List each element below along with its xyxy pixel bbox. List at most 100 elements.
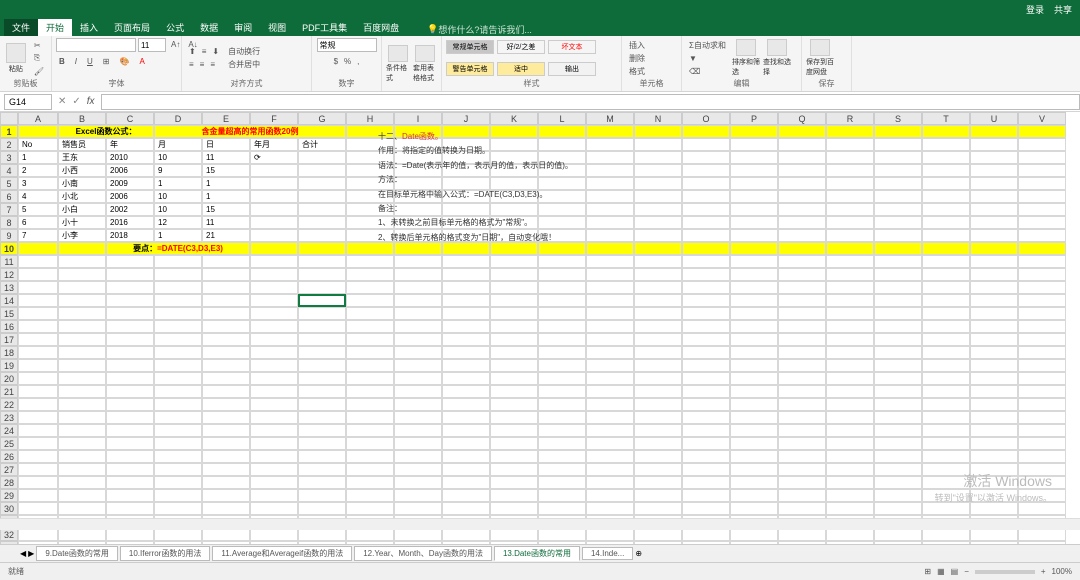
cell-A9[interactable]: 7 xyxy=(18,229,58,242)
cell-C4[interactable]: 2006 xyxy=(106,164,154,177)
cell-C1[interactable]: Excel函数公式： xyxy=(58,125,154,138)
cell-O23[interactable] xyxy=(682,411,730,424)
cell-B23[interactable] xyxy=(58,411,106,424)
cell-P2[interactable] xyxy=(730,138,778,151)
cell-K18[interactable] xyxy=(490,346,538,359)
cell-P19[interactable] xyxy=(730,359,778,372)
cell-K27[interactable] xyxy=(490,463,538,476)
cell-S27[interactable] xyxy=(874,463,922,476)
cell-Q17[interactable] xyxy=(778,333,826,346)
cell-U13[interactable] xyxy=(970,281,1018,294)
cell-E11[interactable] xyxy=(202,255,250,268)
font-name-select[interactable] xyxy=(56,38,136,52)
cell-T23[interactable] xyxy=(922,411,970,424)
cell-E24[interactable] xyxy=(202,424,250,437)
cell-O22[interactable] xyxy=(682,398,730,411)
cell-L24[interactable] xyxy=(538,424,586,437)
col-header-B[interactable]: B xyxy=(58,112,106,125)
cell-R9[interactable] xyxy=(826,229,874,242)
cell-J14[interactable] xyxy=(442,294,490,307)
cell-Q7[interactable] xyxy=(778,203,826,216)
cell-T27[interactable] xyxy=(922,463,970,476)
view-normal-icon[interactable]: ⊞ xyxy=(924,567,931,576)
fill-color[interactable]: 🎨 xyxy=(117,55,133,67)
col-header-R[interactable]: R xyxy=(826,112,874,125)
sheet-tab-14[interactable]: 14.Inde... xyxy=(582,547,633,560)
cell-E33[interactable] xyxy=(202,541,250,544)
cell-U7[interactable] xyxy=(970,203,1018,216)
cell-S2[interactable] xyxy=(874,138,922,151)
cell-G22[interactable] xyxy=(298,398,346,411)
cell-J30[interactable] xyxy=(442,502,490,515)
cell-R29[interactable] xyxy=(826,489,874,502)
sort-filter-button[interactable]: 排序和筛选 xyxy=(732,39,760,77)
cell-M14[interactable] xyxy=(586,294,634,307)
cell-B11[interactable] xyxy=(58,255,106,268)
cell-I14[interactable] xyxy=(394,294,442,307)
cell-R27[interactable] xyxy=(826,463,874,476)
border-button[interactable]: ⊞ xyxy=(100,55,113,67)
cell-F23[interactable] xyxy=(250,411,298,424)
cell-Q10[interactable] xyxy=(778,242,826,255)
cell-P21[interactable] xyxy=(730,385,778,398)
cell-V24[interactable] xyxy=(1018,424,1066,437)
cell-M19[interactable] xyxy=(586,359,634,372)
cell-R13[interactable] xyxy=(826,281,874,294)
row-header-12[interactable]: 12 xyxy=(0,268,18,281)
cell-R19[interactable] xyxy=(826,359,874,372)
col-header-F[interactable]: F xyxy=(250,112,298,125)
cell-C17[interactable] xyxy=(106,333,154,346)
cell-V17[interactable] xyxy=(1018,333,1066,346)
cell-K16[interactable] xyxy=(490,320,538,333)
cell-O21[interactable] xyxy=(682,385,730,398)
cell-J28[interactable] xyxy=(442,476,490,489)
cell-N14[interactable] xyxy=(634,294,682,307)
delete-cells[interactable]: 删除 xyxy=(626,52,648,64)
cell-G10[interactable] xyxy=(298,242,346,255)
cell-H18[interactable] xyxy=(346,346,394,359)
cell-J24[interactable] xyxy=(442,424,490,437)
cell-A16[interactable] xyxy=(18,320,58,333)
cell-D20[interactable] xyxy=(154,372,202,385)
cell-G19[interactable] xyxy=(298,359,346,372)
cell-R18[interactable] xyxy=(826,346,874,359)
align-mid[interactable]: ≡ xyxy=(199,46,210,58)
cell-M16[interactable] xyxy=(586,320,634,333)
cell-J25[interactable] xyxy=(442,437,490,450)
formula-input[interactable] xyxy=(101,94,1080,110)
cell-C2[interactable]: 年 xyxy=(106,138,154,151)
row-header-30[interactable]: 30 xyxy=(0,502,18,515)
cell-M2[interactable] xyxy=(586,138,634,151)
cell-S25[interactable] xyxy=(874,437,922,450)
cell-C12[interactable] xyxy=(106,268,154,281)
cell-E14[interactable] xyxy=(202,294,250,307)
cell-P26[interactable] xyxy=(730,450,778,463)
cell-F19[interactable] xyxy=(250,359,298,372)
cell-P3[interactable] xyxy=(730,151,778,164)
cell-L27[interactable] xyxy=(538,463,586,476)
cell-U12[interactable] xyxy=(970,268,1018,281)
cell-Q19[interactable] xyxy=(778,359,826,372)
cell-U28[interactable] xyxy=(970,476,1018,489)
cell-O4[interactable] xyxy=(682,164,730,177)
cell-Q26[interactable] xyxy=(778,450,826,463)
cell-G2[interactable]: 合计 xyxy=(298,138,346,151)
cell-E13[interactable] xyxy=(202,281,250,294)
cell-C26[interactable] xyxy=(106,450,154,463)
cell-F2[interactable]: 年月 xyxy=(250,138,298,151)
cell-M11[interactable] xyxy=(586,255,634,268)
cell-V33[interactable] xyxy=(1018,541,1066,544)
view-layout-icon[interactable]: ▦ xyxy=(937,567,945,576)
italic-button[interactable]: I xyxy=(72,55,80,67)
cell-T24[interactable] xyxy=(922,424,970,437)
cell-V22[interactable] xyxy=(1018,398,1066,411)
cell-O29[interactable] xyxy=(682,489,730,502)
col-header-H[interactable]: H xyxy=(346,112,394,125)
table-format-button[interactable]: 套用表格格式 xyxy=(413,45,437,83)
cell-P17[interactable] xyxy=(730,333,778,346)
cell-B27[interactable] xyxy=(58,463,106,476)
cell-N30[interactable] xyxy=(634,502,682,515)
cell-G30[interactable] xyxy=(298,502,346,515)
cell-I15[interactable] xyxy=(394,307,442,320)
cell-S9[interactable] xyxy=(874,229,922,242)
